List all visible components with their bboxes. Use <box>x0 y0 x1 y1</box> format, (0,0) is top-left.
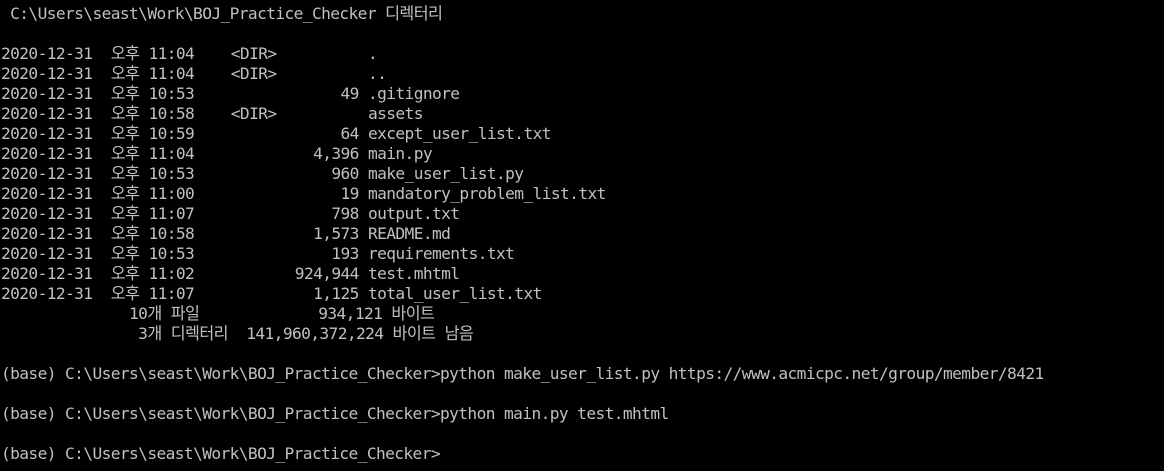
command-prompt[interactable]: (base) C:\Users\seast\Work\BOJ_Practice_… <box>1 444 1164 464</box>
directory-summary: 3개 디렉터리 141,960,372,224 바이트 남음 <box>1 324 474 343</box>
file-summary: 10개 파일 934,121 바이트 <box>1 304 435 323</box>
file-entry-requirements: 2020-12-31 오후 10:53 193 requirements.txt <box>1 244 515 263</box>
file-entry-except-user-list: 2020-12-31 오후 10:59 64 except_user_list.… <box>1 124 551 143</box>
file-entry-test-mhtml: 2020-12-31 오후 11:02 924,944 test.mhtml <box>1 264 460 283</box>
file-entry-gitignore: 2020-12-31 오후 10:53 49 .gitignore <box>1 84 460 103</box>
file-entry-output: 2020-12-31 오후 11:07 798 output.txt <box>1 204 460 223</box>
file-entry-make-user-list: 2020-12-31 오후 10:53 960 make_user_list.p… <box>1 164 524 183</box>
file-entry-mandatory-problem-list: 2020-12-31 오후 11:00 19 mandatory_problem… <box>1 184 606 203</box>
command-main-py: (base) C:\Users\seast\Work\BOJ_Practice_… <box>1 404 669 423</box>
file-entry-total-user-list: 2020-12-31 오후 11:07 1,125 total_user_lis… <box>1 284 542 303</box>
dir-entry-assets: 2020-12-31 오후 10:58 <DIR> assets <box>1 104 423 123</box>
terminal-window[interactable]: C:\Users\seast\Work\BOJ_Practice_Checker… <box>0 0 1164 471</box>
file-entry-main-py: 2020-12-31 오후 11:04 4,396 main.py <box>1 144 433 163</box>
dir-entry-parent: 2020-12-31 오후 11:04 <DIR> .. <box>1 64 387 83</box>
directory-header: C:\Users\seast\Work\BOJ_Practice_Checker… <box>1 4 443 23</box>
command-make-user-list: (base) C:\Users\seast\Work\BOJ_Practice_… <box>1 364 1044 383</box>
file-entry-readme: 2020-12-31 오후 10:58 1,573 README.md <box>1 224 451 243</box>
dir-entry-current: 2020-12-31 오후 11:04 <DIR> . <box>1 44 378 63</box>
